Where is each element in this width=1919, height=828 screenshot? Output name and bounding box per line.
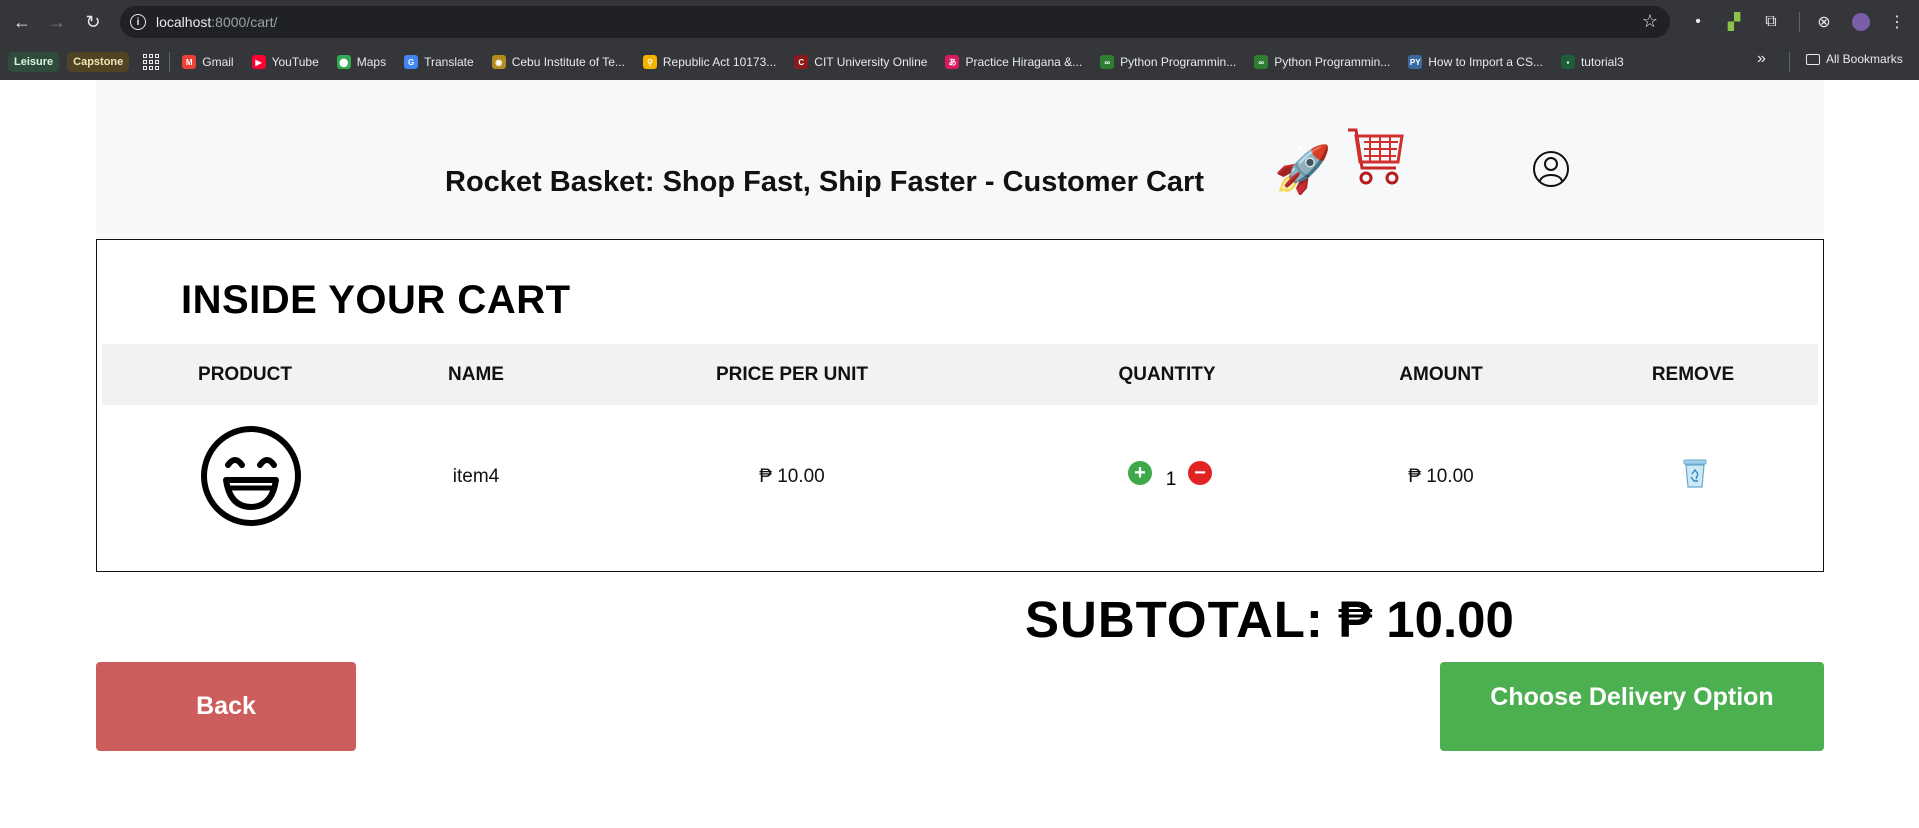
column-header-product: PRODUCT (198, 364, 292, 385)
bookmark-item[interactable]: ⬤ Maps (336, 55, 387, 69)
bookmark-label: Gmail (202, 55, 234, 69)
site-info-icon[interactable]: i (130, 14, 146, 30)
bookmark-favicon-icon: PY (1408, 55, 1423, 69)
bookmark-favicon-icon: ◉ (491, 55, 506, 69)
bookmarks-divider (1789, 52, 1790, 72)
extensions-puzzle-icon[interactable]: ⧉ (1759, 10, 1783, 34)
sync-icon[interactable]: ⊗ (1812, 10, 1836, 34)
user-account-icon[interactable] (1532, 150, 1570, 188)
bookmark-favicon-icon: ∞ (1100, 55, 1115, 69)
bookmark-favicon-icon: あ (945, 55, 960, 69)
item-price: ₱ 10.00 (759, 466, 825, 487)
bookmark-label: Republic Act 10173... (662, 55, 777, 69)
bookmark-item[interactable]: G Translate (404, 55, 474, 69)
folder-icon (1806, 53, 1820, 65)
extension-lens-icon[interactable]: • (1686, 10, 1710, 34)
bookmark-item[interactable]: M Gmail (182, 55, 234, 69)
bookmark-label: How to Import a CS... (1428, 55, 1543, 69)
bookmark-item[interactable]: ▶ YouTube (251, 55, 319, 69)
column-header-name: NAME (448, 364, 504, 385)
all-bookmarks-label: All Bookmarks (1826, 52, 1903, 66)
bookmark-label: Practice Hiragana &... (965, 55, 1083, 69)
choose-delivery-option-button[interactable]: Choose Delivery Option (1440, 662, 1824, 751)
bookmark-favicon-icon: ⚲ (642, 55, 657, 69)
bookmark-item[interactable]: PY How to Import a CS... (1408, 55, 1543, 69)
rocket-icon: 🚀 (1274, 143, 1332, 195)
decrease-quantity-button[interactable]: − (1188, 461, 1212, 485)
shopping-cart-icon (1344, 122, 1406, 207)
bookmark-label: YouTube (271, 55, 319, 69)
bookmark-label: tutorial3 (1580, 55, 1624, 69)
item-amount: ₱ 10.00 (1408, 466, 1474, 487)
bookmark-label: Maps (356, 55, 387, 69)
back-arrow-icon[interactable]: ← (8, 8, 36, 36)
bookmark-item[interactable]: ⚲ Republic Act 10173... (642, 55, 777, 69)
page-title: Rocket Basket: Shop Fast, Ship Faster - … (445, 166, 1204, 198)
url-host: localhost (156, 14, 212, 30)
back-button[interactable]: Back (96, 662, 356, 751)
bookmark-label: Python Programmin... (1120, 55, 1237, 69)
bookmark-list: M Gmail ▶ YouTube ⬤ Maps G Translate ◉ Cebu Insti… (182, 55, 1641, 69)
column-header-remove: REMOVE (1651, 364, 1735, 385)
url-path: :8000/cart/ (211, 14, 278, 30)
bookmark-item[interactable]: ▪ tutorial3 (1560, 55, 1624, 69)
trash-icon[interactable] (1682, 457, 1708, 489)
bookmark-folder-capstone[interactable]: Capstone (67, 52, 130, 72)
bookmark-label: Python Programmin... (1274, 55, 1391, 69)
more-bookmarks-icon[interactable]: » (1757, 50, 1766, 68)
site-header: Rocket Basket: Shop Fast, Ship Faster - … (96, 80, 1824, 240)
browser-chrome: ← → ↻ i localhost:8000/cart/ ☆ • ▞ ⧉ ⊗ ⋮… (0, 0, 1919, 80)
forward-arrow-icon[interactable]: → (43, 8, 71, 36)
bookmark-label: Translate (424, 55, 474, 69)
subtotal-label: SUBTOTAL: (1025, 591, 1324, 648)
bookmark-favicon-icon: ▶ (251, 55, 266, 69)
item-quantity: 1 (1165, 469, 1177, 490)
cart-panel: INSIDE YOUR CART PRODUCT NAME PRICE PER … (96, 239, 1824, 572)
toolbar-divider (1799, 12, 1800, 32)
profile-avatar-icon[interactable] (1849, 10, 1873, 34)
bookmarks-bar: Leisure Capstone M Gmail ▶ YouTube ⬤ Maps G Tra… (0, 44, 1919, 80)
bookmark-item[interactable]: ◉ Cebu Institute of Te... (491, 55, 625, 69)
bookmark-label: Cebu Institute of Te... (511, 55, 625, 69)
bookmark-label: CIT University Online (814, 55, 928, 69)
all-bookmarks-button[interactable]: All Bookmarks (1806, 52, 1903, 66)
bookmark-item[interactable]: C CIT University Online (794, 55, 927, 69)
browser-toolbar: ← → ↻ i localhost:8000/cart/ ☆ • ▞ ⧉ ⊗ ⋮ (0, 0, 1919, 44)
browser-menu-icon[interactable]: ⋮ (1885, 10, 1909, 34)
subtotal: SUBTOTAL: ₱ 10.00 (1025, 590, 1514, 649)
bookmark-folder-leisure[interactable]: Leisure (8, 52, 60, 72)
smiley-icon (201, 426, 301, 526)
cart-table-header: PRODUCT NAME PRICE PER UNIT QUANTITY AMO… (102, 344, 1818, 405)
bookmark-item[interactable]: あ Practice Hiragana &... (945, 55, 1082, 69)
apps-grid-icon[interactable] (143, 54, 160, 70)
item-name: item4 (452, 466, 500, 487)
bookmark-favicon-icon: ⬤ (336, 55, 351, 69)
bookmark-favicon-icon: G (404, 55, 419, 69)
bookmark-favicon-icon: C (794, 55, 809, 69)
increase-quantity-button[interactable]: + (1128, 461, 1152, 485)
bookmark-favicon-icon: M (182, 55, 197, 69)
bookmarks-divider (169, 52, 171, 72)
bookmark-favicon-icon: ▪ (1560, 55, 1575, 69)
address-bar[interactable]: i localhost:8000/cart/ ☆ (120, 6, 1670, 38)
bookmark-star-icon[interactable]: ☆ (1642, 11, 1658, 32)
subtotal-value: ₱ 10.00 (1338, 591, 1514, 648)
reload-icon[interactable]: ↻ (79, 8, 107, 36)
table-row: item4 ₱ 10.00 + 1 − ₱ 10.00 (102, 405, 1818, 565)
extension-signal-icon[interactable]: ▞ (1722, 10, 1746, 34)
column-header-quantity: QUANTITY (1118, 364, 1216, 385)
cart-heading: INSIDE YOUR CART (181, 278, 571, 322)
column-header-price: PRICE PER UNIT (715, 364, 869, 385)
bookmark-item[interactable]: ∞ Python Programmin... (1254, 55, 1390, 69)
url-text[interactable]: localhost:8000/cart/ (156, 14, 277, 30)
column-header-amount: AMOUNT (1399, 364, 1483, 385)
bookmark-item[interactable]: ∞ Python Programmin... (1100, 55, 1236, 69)
bookmark-favicon-icon: ∞ (1254, 55, 1269, 69)
